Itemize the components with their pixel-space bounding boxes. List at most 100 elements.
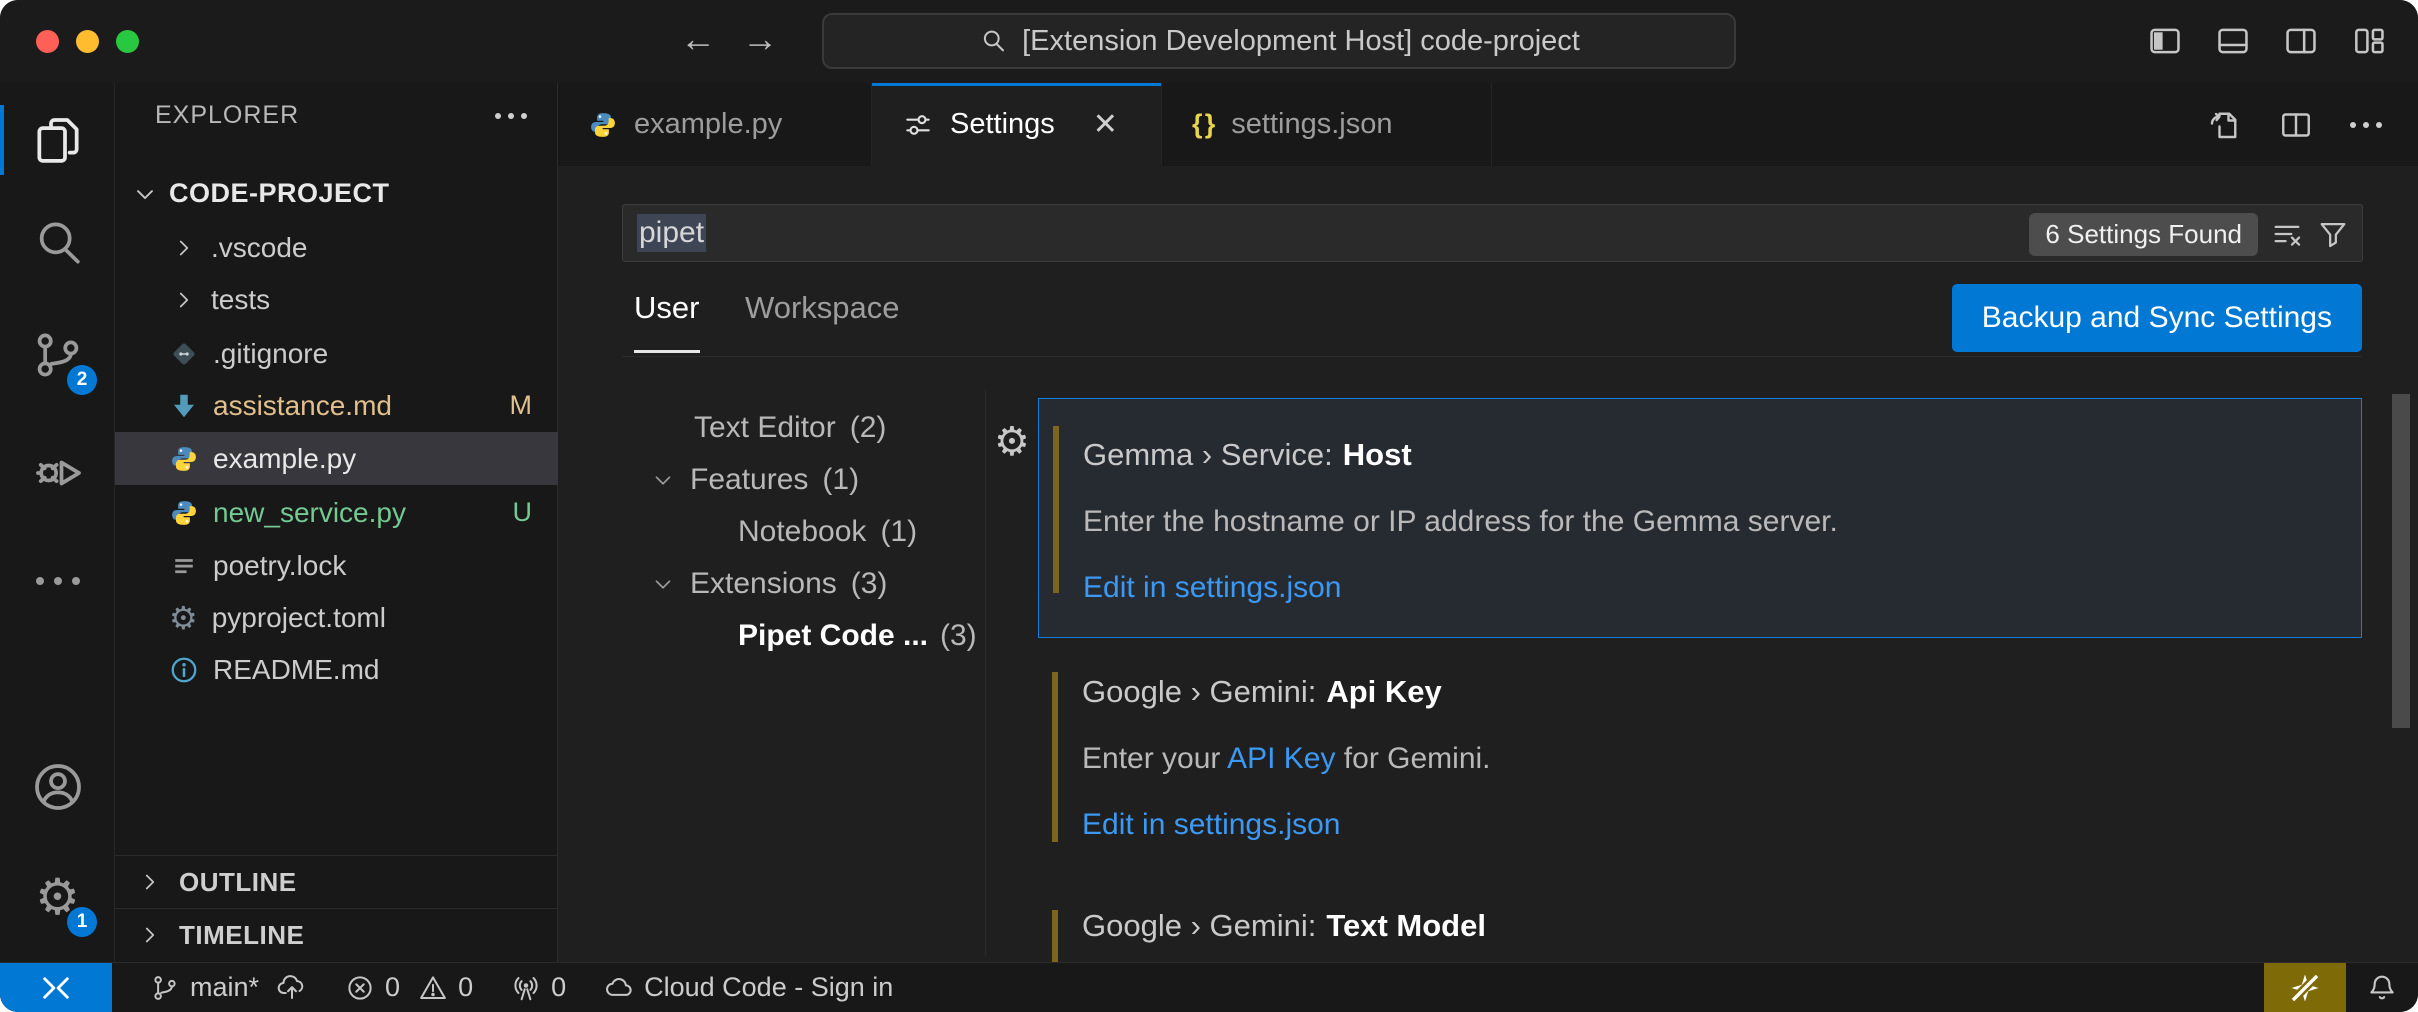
activity-run-debug[interactable] [0, 441, 115, 505]
explorer-root-folder[interactable]: CODE-PROJECT [115, 167, 558, 220]
scope-tab-workspace[interactable]: Workspace [745, 290, 900, 326]
back-arrow-icon[interactable]: ← [680, 18, 716, 60]
python-icon [588, 110, 618, 140]
toc-notebook[interactable]: Notebook(1) [738, 506, 917, 558]
tab-label: settings.json [1231, 108, 1392, 141]
setting-category: Google › Gemini: [1082, 674, 1316, 709]
modified-indicator [1052, 910, 1058, 962]
setting-google-gemini-api-key[interactable]: Google › Gemini:Api Key Enter your API K… [1038, 660, 2362, 890]
tab-settings[interactable]: Settings ✕ [872, 83, 1162, 166]
file-row-poetry-lock[interactable]: poetry.lock [115, 539, 558, 592]
setting-category: Gemma › Service: [1083, 437, 1333, 472]
explorer-sidebar: EXPLORER CODE-PROJECT .vscode tests .git… [115, 83, 558, 962]
results-count-badge: 6 Settings Found [2029, 213, 2258, 256]
file-row-tests[interactable]: tests [115, 273, 558, 326]
chevron-down-icon [131, 180, 159, 208]
toggle-panel-icon[interactable] [2214, 22, 2252, 60]
file-row-new-service[interactable]: new_service.py U [115, 486, 558, 539]
edit-in-settings-json-link[interactable]: Edit in settings.json [1083, 571, 1341, 604]
errors-count: 0 [385, 972, 400, 1003]
tab-example-py[interactable]: example.py [558, 83, 872, 166]
tab-label: example.py [634, 108, 782, 141]
chevron-down-icon [650, 467, 676, 493]
chevron-right-icon [171, 235, 197, 261]
activity-search[interactable] [0, 211, 115, 275]
file-row-vscode[interactable]: .vscode [115, 221, 558, 274]
settings-badge: 1 [67, 907, 97, 937]
window-title: [Extension Development Host] code-projec… [1022, 25, 1580, 58]
edit-in-settings-json-link[interactable]: Edit in settings.json [1082, 808, 1340, 841]
ports-status-item[interactable]: 0 [511, 972, 566, 1003]
files-icon [30, 113, 86, 169]
git-icon [169, 339, 199, 369]
outline-section[interactable]: OUTLINE [115, 855, 558, 908]
cloud-code-status-item[interactable]: Cloud Code - Sign in [604, 972, 893, 1003]
explorer-more-icon[interactable] [495, 113, 527, 119]
toc-pipet-code[interactable]: Pipet Code ... [738, 610, 928, 662]
customize-layout-icon[interactable] [2350, 22, 2388, 60]
scm-badge: 2 [67, 365, 97, 395]
activity-account[interactable] [0, 755, 115, 819]
scope-tab-user[interactable]: User [634, 290, 699, 326]
status-bar: main* 0 0 0 Cloud Code - Si [0, 962, 2418, 1012]
forward-arrow-icon[interactable]: → [742, 18, 778, 60]
chevron-down-icon [650, 571, 676, 597]
close-window-button[interactable] [36, 30, 59, 53]
filter-icon[interactable] [2316, 217, 2350, 251]
sliders-icon [902, 109, 934, 141]
problems-status-item[interactable]: 0 0 [345, 972, 473, 1003]
command-center[interactable]: [Extension Development Host] code-projec… [822, 13, 1736, 69]
toc-text-editor[interactable]: Text Editor(2) [694, 402, 886, 454]
activity-source-control[interactable]: 2 [0, 323, 115, 387]
split-editor-icon[interactable] [2278, 107, 2314, 143]
chevron-right-icon [137, 922, 163, 948]
activity-more[interactable] [0, 549, 115, 613]
errors-icon [345, 973, 375, 1003]
toggle-secondary-sidebar-icon[interactable] [2282, 22, 2320, 60]
file-row-readme[interactable]: README.md [115, 643, 558, 696]
activity-settings[interactable]: ⚙ 1 [0, 865, 115, 929]
scrollbar-thumb[interactable] [2392, 394, 2410, 728]
file-row-gitignore[interactable]: .gitignore [115, 327, 558, 380]
setting-gear-icon[interactable]: ⚙ [994, 422, 1030, 462]
modified-indicator [1052, 672, 1058, 842]
setting-google-gemini-text-model[interactable]: Google › Gemini:Text Model [1038, 896, 2362, 962]
lines-icon [169, 551, 199, 581]
toc-features[interactable]: Features(1) [650, 454, 859, 506]
more-icon [36, 577, 80, 585]
assist-disabled-status-item[interactable] [2264, 963, 2346, 1012]
toc-extensions[interactable]: Extensions(3) [650, 558, 887, 610]
file-row-example[interactable]: example.py [115, 432, 558, 485]
setting-name: Host [1343, 437, 1412, 472]
git-status-badge: U [513, 497, 533, 528]
file-row-assistance[interactable]: assistance.md M [115, 379, 558, 432]
branch-status-item[interactable]: main* [150, 972, 307, 1003]
file-row-pyproject[interactable]: ⚙ pyproject.toml [115, 591, 558, 644]
open-settings-json-icon[interactable] [2206, 107, 2242, 143]
api-key-link[interactable]: API Key [1227, 742, 1335, 775]
clear-search-icon[interactable] [2270, 217, 2304, 251]
toc-pipet-code-count: (3) [940, 610, 977, 662]
tab-settings-json[interactable]: { } settings.json [1162, 83, 1492, 166]
notifications-item[interactable] [2346, 963, 2418, 1012]
zoom-window-button[interactable] [116, 30, 139, 53]
toggle-primary-sidebar-icon[interactable] [2146, 22, 2184, 60]
remote-indicator[interactable] [0, 963, 112, 1012]
setting-name: Api Key [1326, 674, 1441, 709]
vscode-window: ← → [Extension Development Host] code-pr… [0, 0, 2418, 1012]
backup-sync-button[interactable]: Backup and Sync Settings [1952, 284, 2362, 352]
git-status-badge: M [510, 390, 533, 421]
activity-bar: 2 ⚙ 1 [0, 83, 115, 962]
activity-explorer[interactable] [0, 109, 115, 173]
explorer-title: EXPLORER [155, 101, 299, 130]
publish-changes-icon [277, 973, 307, 1003]
timeline-section[interactable]: TIMELINE [115, 908, 558, 961]
minimize-window-button[interactable] [76, 30, 99, 53]
title-bar: ← → [Extension Development Host] code-pr… [0, 0, 2418, 83]
editor-more-icon[interactable] [2350, 122, 2382, 128]
setting-gemma-service-host[interactable]: Gemma › Service:Host Enter the hostname … [1038, 398, 2362, 638]
tab-strip: example.py Settings ✕ { } settings.json [558, 83, 2418, 166]
settings-search-input[interactable]: pipet 6 Settings Found [622, 204, 2363, 262]
warnings-count: 0 [458, 972, 473, 1003]
close-tab-icon[interactable]: ✕ [1093, 107, 1118, 142]
